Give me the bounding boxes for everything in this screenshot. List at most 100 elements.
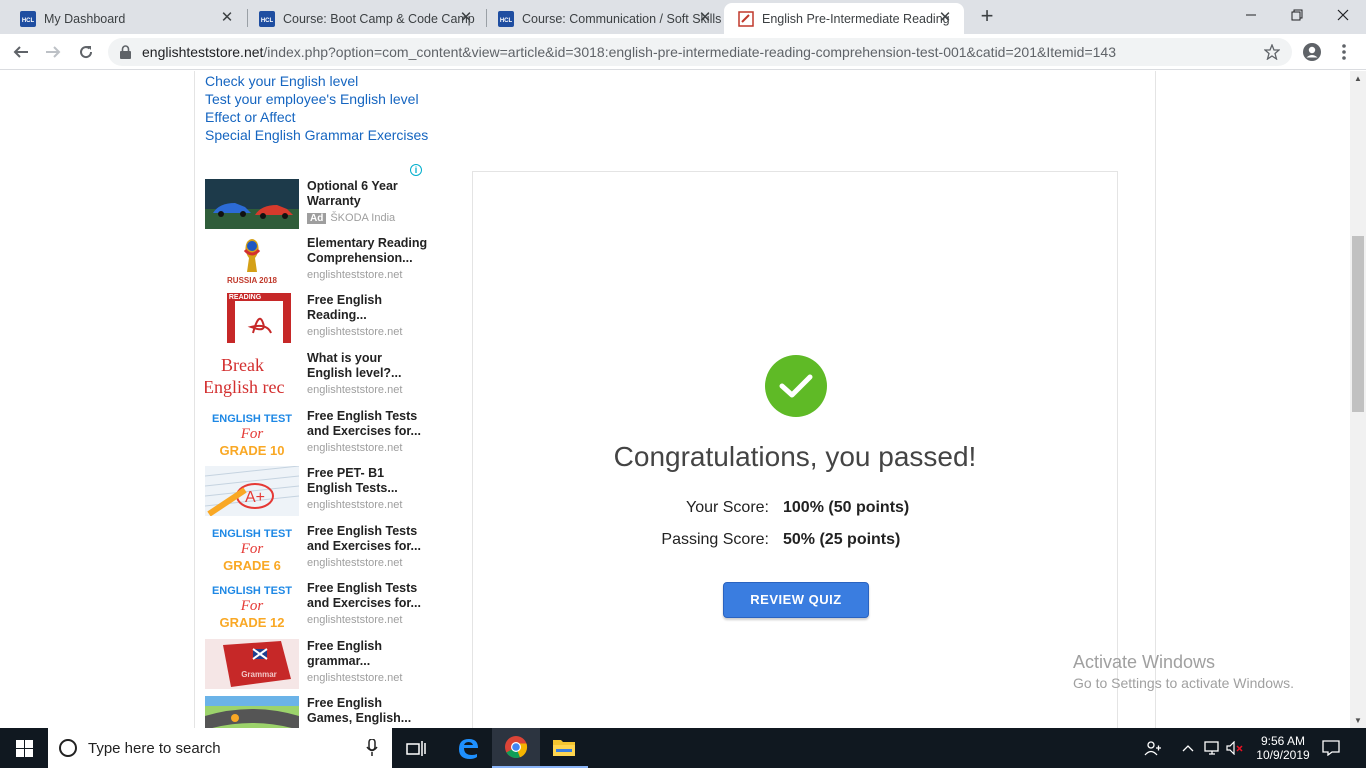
edge-icon xyxy=(459,739,478,759)
list-item-title: Free English Tests and Exercises for... xyxy=(307,409,421,438)
forward-button[interactable] xyxy=(41,40,65,64)
folder-icon xyxy=(553,740,575,756)
svg-text:HCL: HCL xyxy=(500,18,513,24)
url-path: /index.php?option=com_content&view=artic… xyxy=(263,44,1116,60)
taskbar-search-box[interactable]: Type here to search xyxy=(48,728,392,768)
list-item[interactable]: ENGLISH TEST For GRADE 6 Free English Test… xyxy=(205,524,430,576)
link-test-employee-english[interactable]: Test your employee's English level xyxy=(205,90,428,108)
close-window-button[interactable] xyxy=(1320,0,1366,30)
list-item[interactable]: Break English rec What is your English le… xyxy=(205,351,430,403)
reload-button[interactable] xyxy=(74,40,98,64)
check-icon xyxy=(765,355,827,417)
bookmark-button[interactable] xyxy=(1260,40,1284,64)
task-view-button[interactable] xyxy=(394,728,438,768)
list-item[interactable]: ENGLISH TEST For GRADE 12 Free English Tes… xyxy=(205,581,430,633)
notifications-icon[interactable] xyxy=(1322,728,1346,768)
svg-text:GRADE 6: GRADE 6 xyxy=(223,558,281,573)
arrow-right-icon xyxy=(46,46,61,58)
vertical-scrollbar[interactable]: ▲ ▼ xyxy=(1350,71,1366,728)
volume-muted-icon[interactable] xyxy=(1226,728,1246,768)
list-item[interactable]: A+ Free PET- B1 English Tests... english… xyxy=(205,466,430,518)
link-effect-or-affect[interactable]: Effect or Affect xyxy=(205,108,428,126)
page-content: Check your English level Test your emplo… xyxy=(0,71,1366,728)
menu-button[interactable] xyxy=(1332,40,1356,64)
back-button[interactable] xyxy=(9,40,33,64)
svg-text:HCL: HCL xyxy=(261,18,274,24)
list-item[interactable]: ENGLISH TEST For GRADE 10 Free English Tes… xyxy=(205,409,430,461)
chrome-taskbar-button[interactable] xyxy=(492,728,540,768)
list-item[interactable]: Free English Games, English... xyxy=(205,696,430,728)
microphone-icon[interactable] xyxy=(366,738,378,761)
list-item-source: Ad ŠKODA India xyxy=(307,212,395,224)
people-icon[interactable] xyxy=(1144,728,1164,768)
scroll-down-icon[interactable]: ▼ xyxy=(1353,716,1363,725)
chevron-up-icon[interactable] xyxy=(1182,728,1196,768)
world-cup-russia-2018-thumb: RUSSIA 2018 xyxy=(205,236,299,286)
clock-time: 9:56 AM xyxy=(1260,734,1306,748)
list-item[interactable]: RUSSIA 2018 Elementary Reading Comprehen… xyxy=(205,236,430,288)
review-quiz-button[interactable]: REVIEW QUIZ xyxy=(723,582,869,618)
minimize-button[interactable] xyxy=(1228,0,1274,30)
browser-toolbar: englishteststore.net/index.php?option=co… xyxy=(0,34,1366,70)
svg-text:ENGLISH TEST: ENGLISH TEST xyxy=(212,413,292,425)
tab-my-dashboard[interactable]: HCL My Dashboard ✕ xyxy=(6,3,246,34)
tab-communication[interactable]: HCL Course: Communication / Soft Skills … xyxy=(484,3,724,34)
restore-icon xyxy=(1291,9,1303,21)
edge-taskbar-button[interactable] xyxy=(444,728,492,768)
link-special-grammar-exercises[interactable]: Special English Grammar Exercises xyxy=(205,126,428,144)
close-tab-icon[interactable]: ✕ xyxy=(696,9,714,27)
list-item-title: Optional 6 Year Warranty xyxy=(307,179,398,208)
list-item-source: englishteststore.net xyxy=(307,269,403,281)
list-item-title: Free English Tests and Exercises for... xyxy=(307,581,421,610)
quiz-result-panel: Congratulations, you passed! Your Score:… xyxy=(472,171,1118,728)
profile-button[interactable] xyxy=(1300,40,1324,64)
result-message: Congratulations, you passed! xyxy=(613,441,977,472)
list-item-title: Free PET- B1 English Tests... xyxy=(307,466,398,495)
watermark-title: Activate Windows xyxy=(1073,652,1216,672)
svg-text:Grammar: Grammar xyxy=(241,670,277,679)
start-button[interactable] xyxy=(0,728,48,768)
list-item[interactable]: READING Free English Reading... englisht… xyxy=(205,293,430,345)
sidebar-links: Check your English level Test your emplo… xyxy=(205,72,428,144)
svg-text:HCL: HCL xyxy=(22,18,35,24)
grade-10-thumb: ENGLISH TEST For GRADE 10 xyxy=(205,409,299,459)
ad-info-icon[interactable]: i xyxy=(410,164,422,176)
search-placeholder: Type here to search xyxy=(88,739,221,757)
ad-badge: Ad xyxy=(307,213,327,224)
tab-title: Course: Communication / Soft Skills xyxy=(522,11,722,26)
tab-boot-camp[interactable]: HCL Course: Boot Camp & Code Camp ✕ xyxy=(245,3,485,34)
svg-text:RUSSIA 2018: RUSSIA 2018 xyxy=(227,276,278,285)
more-vert-icon xyxy=(1342,44,1346,60)
list-item-title: Free English Tests and Exercises for... xyxy=(307,524,421,553)
passing-score-value: 50% (25 points) xyxy=(783,531,901,548)
restore-button[interactable] xyxy=(1274,0,1320,30)
close-tab-icon[interactable]: ✕ xyxy=(936,9,954,27)
link-check-english-level[interactable]: Check your English level xyxy=(205,72,428,90)
minimize-icon xyxy=(1246,14,1256,16)
car-ad-thumb xyxy=(205,179,299,229)
svg-text:For: For xyxy=(240,426,264,442)
tab-english-reading[interactable]: English Pre-Intermediate Reading ✕ xyxy=(724,3,964,34)
list-item-title: Free English Games, English... xyxy=(307,696,412,725)
list-item-source: englishteststore.net xyxy=(307,557,403,569)
hcl-favicon-icon: HCL xyxy=(259,10,275,27)
scrollbar-thumb[interactable] xyxy=(1352,236,1364,412)
list-item-source: englishteststore.net xyxy=(307,326,403,338)
list-item[interactable]: Grammar Free English grammar... englisht… xyxy=(205,639,430,691)
close-tab-icon[interactable]: ✕ xyxy=(218,9,236,27)
hcl-favicon-icon: HCL xyxy=(498,10,514,27)
list-item[interactable]: Optional 6 Year Warranty Ad ŠKODA India xyxy=(205,179,430,231)
tab-title: English Pre-Intermediate Reading xyxy=(762,11,950,26)
grade-6-thumb: ENGLISH TEST For GRADE 6 xyxy=(205,524,299,574)
address-bar[interactable]: englishteststore.net/index.php?option=co… xyxy=(108,38,1292,66)
file-explorer-taskbar-button[interactable] xyxy=(540,728,588,768)
scroll-up-icon[interactable]: ▲ xyxy=(1353,74,1363,83)
list-item-source: englishteststore.net xyxy=(307,442,403,454)
network-icon[interactable] xyxy=(1204,728,1224,768)
close-tab-icon[interactable]: ✕ xyxy=(457,9,475,27)
search-icon xyxy=(58,738,78,758)
new-tab-button[interactable]: + xyxy=(976,5,998,28)
games-thumb xyxy=(205,696,299,728)
clock[interactable]: 9:56 AM 10/9/2019 xyxy=(1252,728,1314,768)
tab-title: My Dashboard xyxy=(44,11,126,26)
